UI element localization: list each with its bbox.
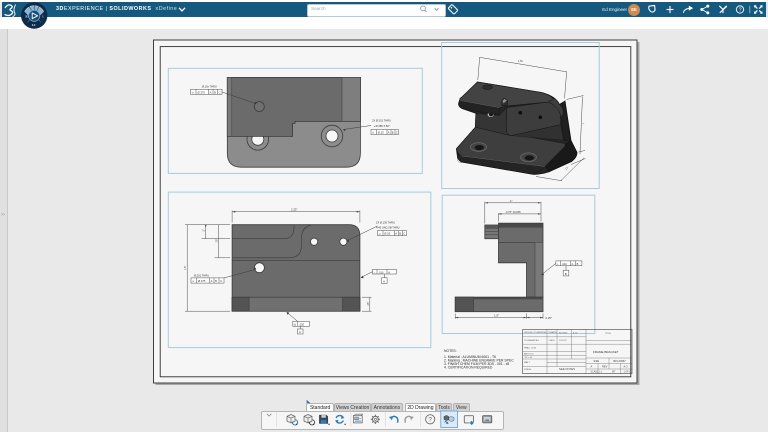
svg-text:Ø.375: Ø.375 — [198, 279, 206, 283]
svg-text:1.50: 1.50 — [518, 60, 523, 63]
svg-text:3.0: 3.0 — [32, 23, 36, 27]
svg-text:TOLERANCES: TOLERANCES — [524, 339, 539, 342]
svg-text:?: ? — [428, 417, 432, 424]
svg-text:FINISH: FINISH — [524, 369, 532, 371]
svg-text:A: A — [395, 232, 397, 236]
svg-text:1 OF 1: 1 OF 1 — [624, 371, 632, 373]
svg-text:A: A — [383, 279, 385, 283]
svg-text:DRAWN: DRAWN — [549, 331, 558, 334]
svg-text:A: A — [388, 131, 390, 135]
svg-text:4. CERTIFICATION REQUIRED: 4. CERTIFICATION REQUIRED — [444, 366, 493, 370]
svg-text:WT: WT — [612, 371, 616, 373]
svg-text:Ø.25: Ø.25 — [378, 131, 384, 135]
svg-text:2.25": 2.25" — [291, 207, 297, 211]
svg-text:22-8-22: 22-8-22 — [559, 340, 567, 342]
svg-text:0.25": 0.25" — [546, 316, 552, 320]
svg-text:0.75" ±0.005: 0.75" ±0.005 — [506, 210, 521, 214]
svg-text:ANG ±0.5: ANG ±0.5 — [524, 353, 534, 356]
svg-text:B: B — [565, 272, 567, 276]
svg-text:2X Ø.201 THRU: 2X Ø.201 THRU — [372, 119, 391, 123]
svg-text:4-40 UNC-2B THRU: 4-40 UNC-2B THRU — [376, 226, 400, 230]
svg-text:B: B — [399, 232, 401, 236]
svg-text:.XX ±.01: .XX ±.01 — [524, 357, 533, 359]
svg-text:CHKD: CHKD — [549, 340, 556, 342]
svg-text:1.5": 1.5" — [184, 266, 187, 270]
svg-text:A: A — [210, 90, 212, 94]
svg-text:C: C — [396, 131, 398, 135]
svg-text:1": 1" — [510, 199, 513, 203]
svg-text:.010: .010 — [378, 270, 384, 274]
svg-text:ED ENG: ED ENG — [559, 333, 568, 335]
svg-text:B: B — [215, 279, 217, 283]
svg-text:3DS-00967: 3DS-00967 — [613, 360, 626, 363]
svg-text:C: C — [219, 90, 221, 94]
svg-text:A: A — [388, 270, 390, 274]
svg-text:A: A — [572, 262, 574, 266]
svg-text:MAT'L: MAT'L — [524, 361, 531, 364]
svg-text:TITLE: TITLE — [605, 333, 611, 335]
svg-text:S: S — [42, 14, 44, 18]
svg-text:SIZE: SIZE — [594, 360, 600, 363]
svg-text:8-22: 8-22 — [573, 333, 578, 335]
svg-text:2X Ø.136 THRU: 2X Ø.136 THRU — [376, 221, 395, 225]
svg-text:⌅Ø.385 X 82°: ⌅Ø.385 X 82° — [374, 124, 390, 128]
svg-text:Ø.375: Ø.375 — [198, 90, 206, 94]
svg-text:NOTES:: NOTES: — [444, 349, 457, 353]
svg-text:Ø.19x THRU: Ø.19x THRU — [202, 85, 217, 89]
svg-text:FRAC ±1/16: FRAC ±1/16 — [524, 347, 537, 350]
svg-text:B: B — [577, 262, 579, 266]
svg-text:UNLESS OTHERWISE: UNLESS OTHERWISE — [524, 332, 547, 334]
svg-text:SCALE 1:1: SCALE 1:1 — [591, 370, 603, 373]
svg-text:A: A — [211, 279, 213, 283]
svg-text:3D: 3D — [25, 14, 29, 18]
svg-text:.5": .5" — [203, 229, 206, 232]
svg-text:B: B — [214, 90, 216, 94]
svg-text:C: C — [220, 279, 222, 283]
svg-text:.020: .020 — [299, 322, 305, 326]
svg-text:Ø.25: Ø.25 — [384, 232, 390, 236]
svg-text:SEE NOTES: SEE NOTES — [559, 367, 575, 371]
svg-text:A: A — [591, 364, 593, 368]
svg-text:C: C — [403, 232, 405, 236]
svg-text:B: B — [392, 131, 394, 135]
svg-text:.010: .010 — [562, 262, 568, 266]
svg-text:A: A — [299, 330, 301, 334]
svg-text:1.5": 1.5" — [494, 313, 499, 317]
svg-text:FRAME BRACKET: FRAME BRACKET — [593, 350, 619, 354]
svg-text:Ø.201 THRU: Ø.201 THRU — [194, 273, 209, 277]
svg-text:A-3: A-3 — [624, 364, 629, 368]
svg-text:.25": .25" — [367, 302, 370, 306]
svg-text:?: ? — [739, 8, 742, 14]
svg-text:REV: REV — [602, 364, 608, 368]
svg-text:.75": .75" — [216, 239, 219, 243]
